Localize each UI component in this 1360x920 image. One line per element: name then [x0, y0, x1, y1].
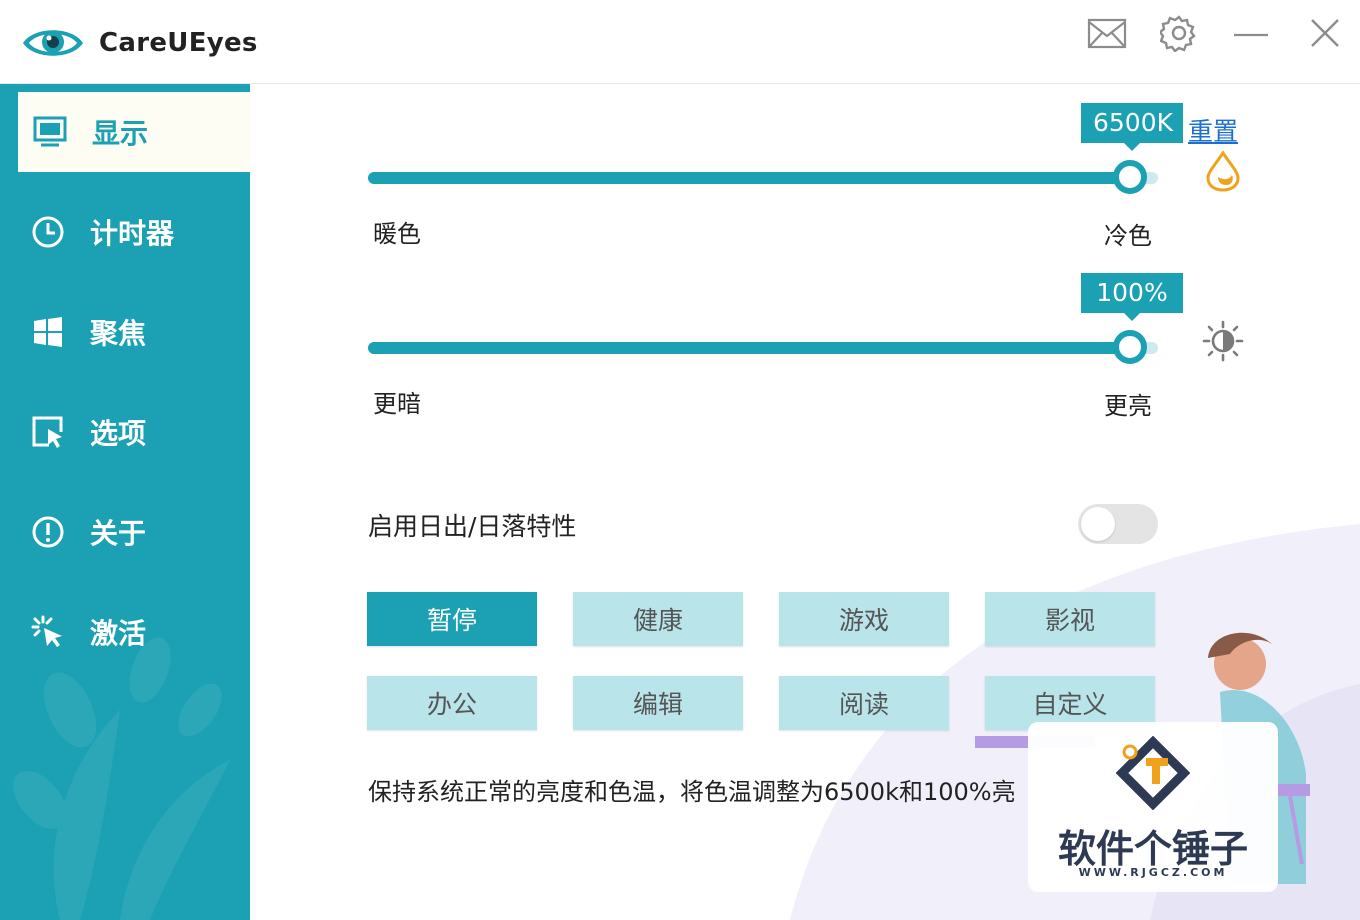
sidebar-item-label: 选项: [90, 417, 147, 450]
sidebar-item-activate[interactable]: 激活: [16, 592, 250, 672]
mode-button-edit[interactable]: 编辑: [573, 676, 743, 730]
sidebar-item-timer[interactable]: 计时器: [16, 192, 250, 272]
sidebar-item-about[interactable]: 关于: [16, 492, 250, 572]
windows-icon: [28, 312, 68, 352]
sidebar: 显示 计时器 聚焦 选项 关于 激活: [0, 84, 250, 920]
sunrise-sunset-label: 启用日出/日落特性: [368, 512, 577, 541]
cursor-window-icon: [28, 412, 68, 452]
mode-button-health[interactable]: 健康: [573, 592, 743, 646]
eye-logo-icon: [23, 30, 83, 56]
app-title: CareUEyes: [99, 28, 258, 58]
sidebar-item-label: 关于: [90, 517, 147, 550]
brightness-icon: [1202, 320, 1244, 362]
mode-button-movie[interactable]: 影视: [985, 592, 1155, 646]
slider-fill: [368, 172, 1131, 184]
close-icon: [1311, 19, 1339, 47]
sidebar-item-display[interactable]: 显示: [18, 92, 250, 172]
monitor-icon: [30, 112, 70, 152]
watermark: 软件个锤子 WWW.RJGCZ.COM: [1028, 722, 1278, 892]
brightness-value-badge: 100%: [1081, 273, 1183, 321]
sidebar-item-label: 聚焦: [90, 317, 147, 350]
gear-icon: [1160, 15, 1196, 52]
mode-button-office[interactable]: 办公: [367, 676, 537, 730]
drop-icon: [1206, 150, 1240, 192]
watermark-title: 软件个锤子: [1057, 827, 1248, 871]
brightness-slider[interactable]: [368, 328, 1158, 368]
toggle-knob: [1081, 507, 1115, 541]
mode-description: 保持系统正常的亮度和色温，将色温调整为6500k和100%亮: [368, 778, 1016, 806]
mode-button-game[interactable]: 游戏: [779, 592, 949, 646]
sidebar-item-label: 计时器: [90, 217, 175, 250]
sidebar-item-focus[interactable]: 聚焦: [16, 292, 250, 372]
sidebar-item-label: 激活: [90, 617, 147, 650]
close-button[interactable]: [1302, 10, 1348, 56]
slider-fill: [368, 342, 1131, 354]
feedback-button[interactable]: [1084, 10, 1130, 56]
slider-thumb[interactable]: [1113, 330, 1148, 364]
brighter-label: 更亮: [1104, 392, 1152, 420]
cool-label: 冷色: [1104, 222, 1152, 250]
warm-label: 暖色: [373, 220, 421, 248]
sidebar-item-options[interactable]: 选项: [16, 392, 250, 472]
watermark-url: WWW.RJGCZ.COM: [1078, 866, 1228, 879]
info-circle-icon: [28, 512, 68, 552]
minimize-icon: [1234, 33, 1268, 37]
clock-icon: [28, 212, 68, 252]
color-temp-value-badge: 6500K: [1081, 103, 1183, 151]
mode-button-reading[interactable]: 阅读: [779, 676, 949, 730]
slider-thumb[interactable]: [1113, 160, 1148, 194]
mail-icon: [1087, 18, 1127, 49]
minimize-button[interactable]: [1228, 10, 1274, 56]
sidebar-item-label: 显示: [92, 117, 149, 150]
title-bar: CareUEyes: [0, 0, 1360, 84]
sunrise-sunset-toggle[interactable]: [1078, 504, 1158, 544]
reset-link[interactable]: 重置: [1188, 112, 1238, 148]
color-temp-slider[interactable]: [368, 158, 1158, 198]
settings-button[interactable]: [1156, 10, 1202, 56]
darker-label: 更暗: [373, 390, 421, 418]
mode-button-pause[interactable]: 暂停: [367, 592, 537, 646]
sparkle-cursor-icon: [28, 612, 68, 652]
hammer-logo-icon: [1116, 736, 1190, 810]
